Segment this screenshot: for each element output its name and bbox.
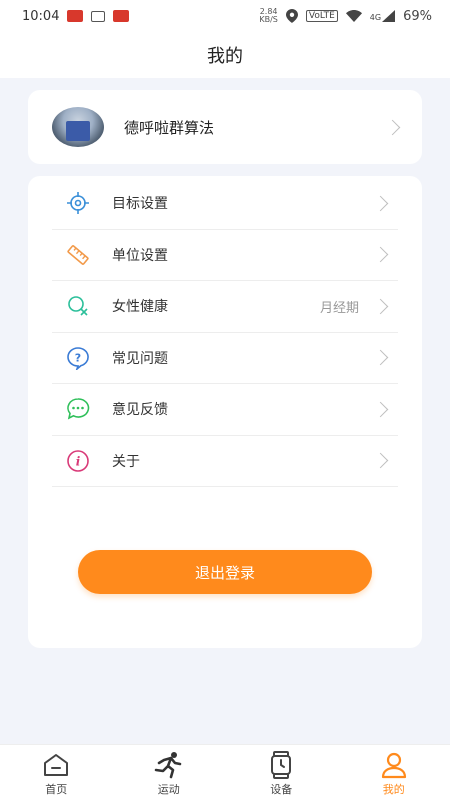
chevron-right-icon <box>372 349 389 366</box>
tab-label: 我的 <box>382 783 405 796</box>
menu-item-female-health[interactable]: 女性健康 月经期 <box>52 281 398 333</box>
svg-text:?: ? <box>75 351 81 364</box>
menu-item-unit-settings[interactable]: 单位设置 <box>52 230 398 281</box>
image-notification-icon <box>91 10 106 22</box>
svg-text:i: i <box>76 454 81 468</box>
chevron-right-icon <box>372 401 389 418</box>
chevron-right-icon <box>372 246 389 263</box>
logout-button[interactable]: 退出登录 <box>78 550 372 594</box>
network-speed: 2.84 KB/S <box>259 8 278 24</box>
menu-item-about[interactable]: i 关于 <box>52 436 398 487</box>
status-bar: 10:04 2.84 KB/S VoLTE 4G 69% <box>0 0 450 32</box>
tab-device[interactable]: 设备 <box>225 745 338 800</box>
question-icon: ? <box>66 346 90 370</box>
tab-mine[interactable]: 我的 <box>338 745 450 800</box>
profile-card[interactable]: 德呼啦群算法 <box>28 90 422 164</box>
status-time: 10:04 <box>22 8 60 24</box>
network-speed-unit: KB/S <box>259 15 278 24</box>
menu-item-label: 常见问题 <box>112 350 168 367</box>
menu-item-label: 关于 <box>112 453 140 470</box>
profile-name: 德呼啦群算法 <box>124 118 215 137</box>
menu-item-faq[interactable]: ? 常见问题 <box>52 333 398 384</box>
chevron-right-icon <box>372 298 389 315</box>
chevron-right-icon <box>372 452 389 469</box>
running-icon <box>154 751 184 779</box>
wifi-icon <box>345 10 362 22</box>
app-notification-icon-2 <box>113 10 130 22</box>
target-icon <box>66 191 90 215</box>
info-icon: i <box>66 449 90 473</box>
page-title: 我的 <box>207 46 243 67</box>
tab-label: 设备 <box>270 783 293 796</box>
location-icon <box>285 9 298 23</box>
ruler-icon <box>66 243 90 267</box>
tab-label: 首页 <box>45 783 68 796</box>
page-header: 我的 <box>0 32 450 78</box>
network-type: 4G <box>369 13 382 22</box>
menu-item-goal-settings[interactable]: 目标设置 <box>52 178 398 230</box>
bottom-tab-bar: 首页 运动 设备 我的 <box>0 744 450 800</box>
watch-icon <box>266 751 296 779</box>
settings-menu-list: 目标设置 单位设置 女性健康 月经期 ? 常见问题 意见反馈 i 关于 <box>52 178 398 487</box>
settings-menu-card: 目标设置 单位设置 女性健康 月经期 ? 常见问题 意见反馈 i 关于 退出登录 <box>28 176 422 648</box>
home-icon <box>41 751 71 779</box>
menu-item-label: 单位设置 <box>112 247 168 264</box>
menu-item-feedback[interactable]: 意见反馈 <box>52 384 398 436</box>
chat-bubble-icon <box>66 397 90 421</box>
app-notification-icon <box>67 10 84 22</box>
chevron-right-icon <box>384 119 401 135</box>
battery-level: 69% <box>403 8 432 24</box>
menu-item-label: 意见反馈 <box>112 402 168 419</box>
tab-label: 运动 <box>157 783 180 796</box>
chevron-right-icon <box>372 195 389 212</box>
menu-item-label: 目标设置 <box>112 196 168 213</box>
female-icon <box>66 294 90 318</box>
tab-sport[interactable]: 运动 <box>113 745 226 800</box>
cellular-signal-icon: 4G <box>369 10 396 22</box>
avatar <box>52 107 104 147</box>
menu-item-value: 月经期 <box>319 300 359 316</box>
tab-home[interactable]: 首页 <box>0 745 113 800</box>
volte-icon: VoLTE <box>305 10 338 22</box>
user-icon <box>379 751 409 779</box>
menu-item-label: 女性健康 <box>112 299 168 316</box>
